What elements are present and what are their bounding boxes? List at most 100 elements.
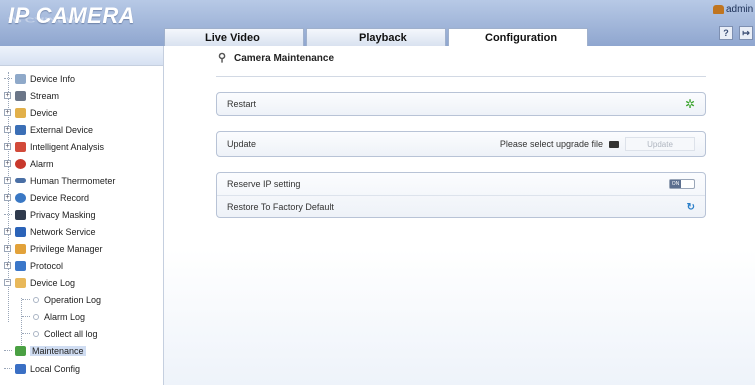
network-service-icon	[15, 226, 26, 237]
upgrade-file-hint: Please select upgrade file	[499, 139, 603, 149]
collapse-icon[interactable]: −	[4, 279, 11, 286]
expand-icon[interactable]: +	[4, 228, 11, 235]
folder-icon[interactable]	[609, 140, 619, 148]
logout-icon[interactable]: ↦	[739, 26, 753, 40]
intelligent-analysis-icon	[15, 141, 26, 152]
user-info[interactable]: admin	[713, 4, 753, 15]
sidebar-item-device-info[interactable]: Device Info	[4, 70, 75, 87]
user-icon	[713, 5, 724, 14]
external-device-icon	[15, 124, 26, 135]
sidebar-item-label: Human Thermometer	[30, 175, 116, 186]
sidebar-item-label: Privilege Manager	[30, 243, 103, 254]
sidebar-item-collect-all-log[interactable]: Collect all log	[22, 325, 98, 342]
sidebar-item-network-service[interactable]: + Network Service	[4, 223, 96, 240]
device-log-icon	[15, 277, 26, 288]
protocol-icon	[15, 260, 26, 271]
sidebar-item-intelligent-analysis[interactable]: + Intelligent Analysis	[4, 138, 104, 155]
expand-icon[interactable]: +	[4, 245, 11, 252]
tab-playback[interactable]: Playback	[306, 28, 446, 46]
main-content: ⚲ Camera Maintenance Restart ✲ Update Pl…	[164, 46, 755, 385]
restart-panel: Restart ✲	[216, 92, 706, 116]
expand-icon[interactable]: +	[4, 109, 11, 116]
expand-icon[interactable]: +	[4, 262, 11, 269]
header-bar: IP CAMERA IP CAMERA admin Live Video Pla…	[0, 0, 755, 46]
sidebar-item-alarm-log[interactable]: Alarm Log	[22, 308, 85, 325]
sidebar-item-label: Device	[30, 107, 58, 118]
sidebar-item-local-config[interactable]: Local Config	[4, 360, 80, 377]
sidebar-item-label: Alarm Log	[44, 311, 86, 322]
sidebar-item-label: Protocol	[30, 260, 64, 271]
sidebar-item-label: Device Info	[30, 73, 76, 84]
maintenance-icon	[15, 345, 26, 356]
expand-icon[interactable]: +	[4, 194, 11, 201]
sidebar-item-operation-log[interactable]: Operation Log	[22, 291, 101, 308]
sidebar-item-label: Privacy Masking	[30, 209, 96, 220]
privilege-manager-icon	[15, 243, 26, 254]
tab-configuration[interactable]: Configuration	[448, 28, 588, 46]
alarm-icon	[15, 158, 26, 169]
restart-label: Restart	[227, 99, 257, 109]
sidebar-item-device-log[interactable]: − Device Log	[4, 274, 75, 291]
stream-icon	[15, 90, 26, 101]
sidebar-item-label: Device Log	[30, 277, 76, 288]
factory-default-row: Restore To Factory Default ↻	[217, 195, 705, 217]
expand-icon[interactable]: +	[4, 143, 11, 150]
log-dot-icon	[33, 296, 39, 303]
update-panel: Update Please select upgrade file Update	[216, 131, 706, 157]
maintenance-title-icon: ⚲	[218, 52, 227, 64]
sidebar-item-label: Stream	[30, 90, 60, 101]
page-title-text: Camera Maintenance	[234, 53, 335, 64]
toggle-on-label: ON	[670, 180, 681, 188]
sidebar: Device Info + Stream + Device + External…	[0, 46, 164, 385]
logo-reflection: IP CAMERA	[8, 16, 87, 24]
sidebar-item-label: Device Record	[30, 192, 90, 203]
update-label: Update	[227, 139, 257, 149]
reserve-ip-row: Reserve IP setting ON	[217, 173, 705, 195]
sidebar-item-label: Network Service	[30, 226, 96, 237]
sidebar-item-protocol[interactable]: + Protocol	[4, 257, 63, 274]
sidebar-item-maintenance[interactable]: Maintenance	[4, 342, 86, 359]
sidebar-item-label: External Device	[30, 124, 94, 135]
tab-live-video[interactable]: Live Video	[164, 28, 304, 46]
device-icon	[15, 107, 26, 118]
expand-icon[interactable]: +	[4, 177, 11, 184]
sidebar-item-label: Maintenance	[30, 345, 86, 356]
help-icon[interactable]: ?	[719, 26, 733, 40]
sidebar-item-label: Local Config	[30, 363, 81, 374]
expand-icon[interactable]: +	[4, 126, 11, 133]
sidebar-item-label: Operation Log	[44, 294, 102, 305]
sidebar-item-alarm[interactable]: + Alarm	[4, 155, 54, 172]
sidebar-item-device-record[interactable]: + Device Record	[4, 189, 89, 206]
main-tabs: Live Video Playback Configuration	[164, 28, 590, 46]
thermometer-icon	[15, 178, 26, 183]
sidebar-item-stream[interactable]: + Stream	[4, 87, 59, 104]
reserve-ip-toggle[interactable]: ON	[669, 179, 695, 189]
device-record-icon	[15, 192, 26, 203]
update-button[interactable]: Update	[625, 137, 695, 151]
sidebar-item-label: Intelligent Analysis	[30, 141, 105, 152]
sidebar-header	[0, 46, 163, 66]
sidebar-item-human-thermometer[interactable]: + Human Thermometer	[4, 172, 115, 189]
sidebar-item-label: Collect all log	[44, 328, 98, 339]
update-row: Update Please select upgrade file Update	[217, 132, 705, 156]
sidebar-item-privilege-manager[interactable]: + Privilege Manager	[4, 240, 103, 257]
privacy-masking-icon	[15, 209, 26, 220]
restart-gear-icon[interactable]: ✲	[685, 97, 695, 111]
local-config-icon	[15, 363, 26, 374]
user-name: admin	[726, 4, 754, 15]
restart-row: Restart ✲	[217, 93, 705, 115]
sidebar-item-external-device[interactable]: + External Device	[4, 121, 93, 138]
page-title: ⚲ Camera Maintenance	[218, 52, 335, 65]
sidebar-item-privacy-masking[interactable]: Privacy Masking	[4, 206, 96, 223]
expand-icon[interactable]: +	[4, 160, 11, 167]
reserve-ip-label: Reserve IP setting	[227, 179, 301, 189]
sidebar-item-device[interactable]: + Device	[4, 104, 58, 121]
reset-panel: Reserve IP setting ON Restore To Factory…	[216, 172, 706, 218]
restore-icon[interactable]: ↻	[687, 202, 695, 213]
log-dot-icon	[33, 313, 39, 320]
expand-icon[interactable]: +	[4, 92, 11, 99]
title-divider	[216, 76, 706, 77]
log-dot-icon	[33, 330, 39, 337]
device-info-icon	[15, 73, 26, 84]
sidebar-item-label: Alarm	[30, 158, 54, 169]
